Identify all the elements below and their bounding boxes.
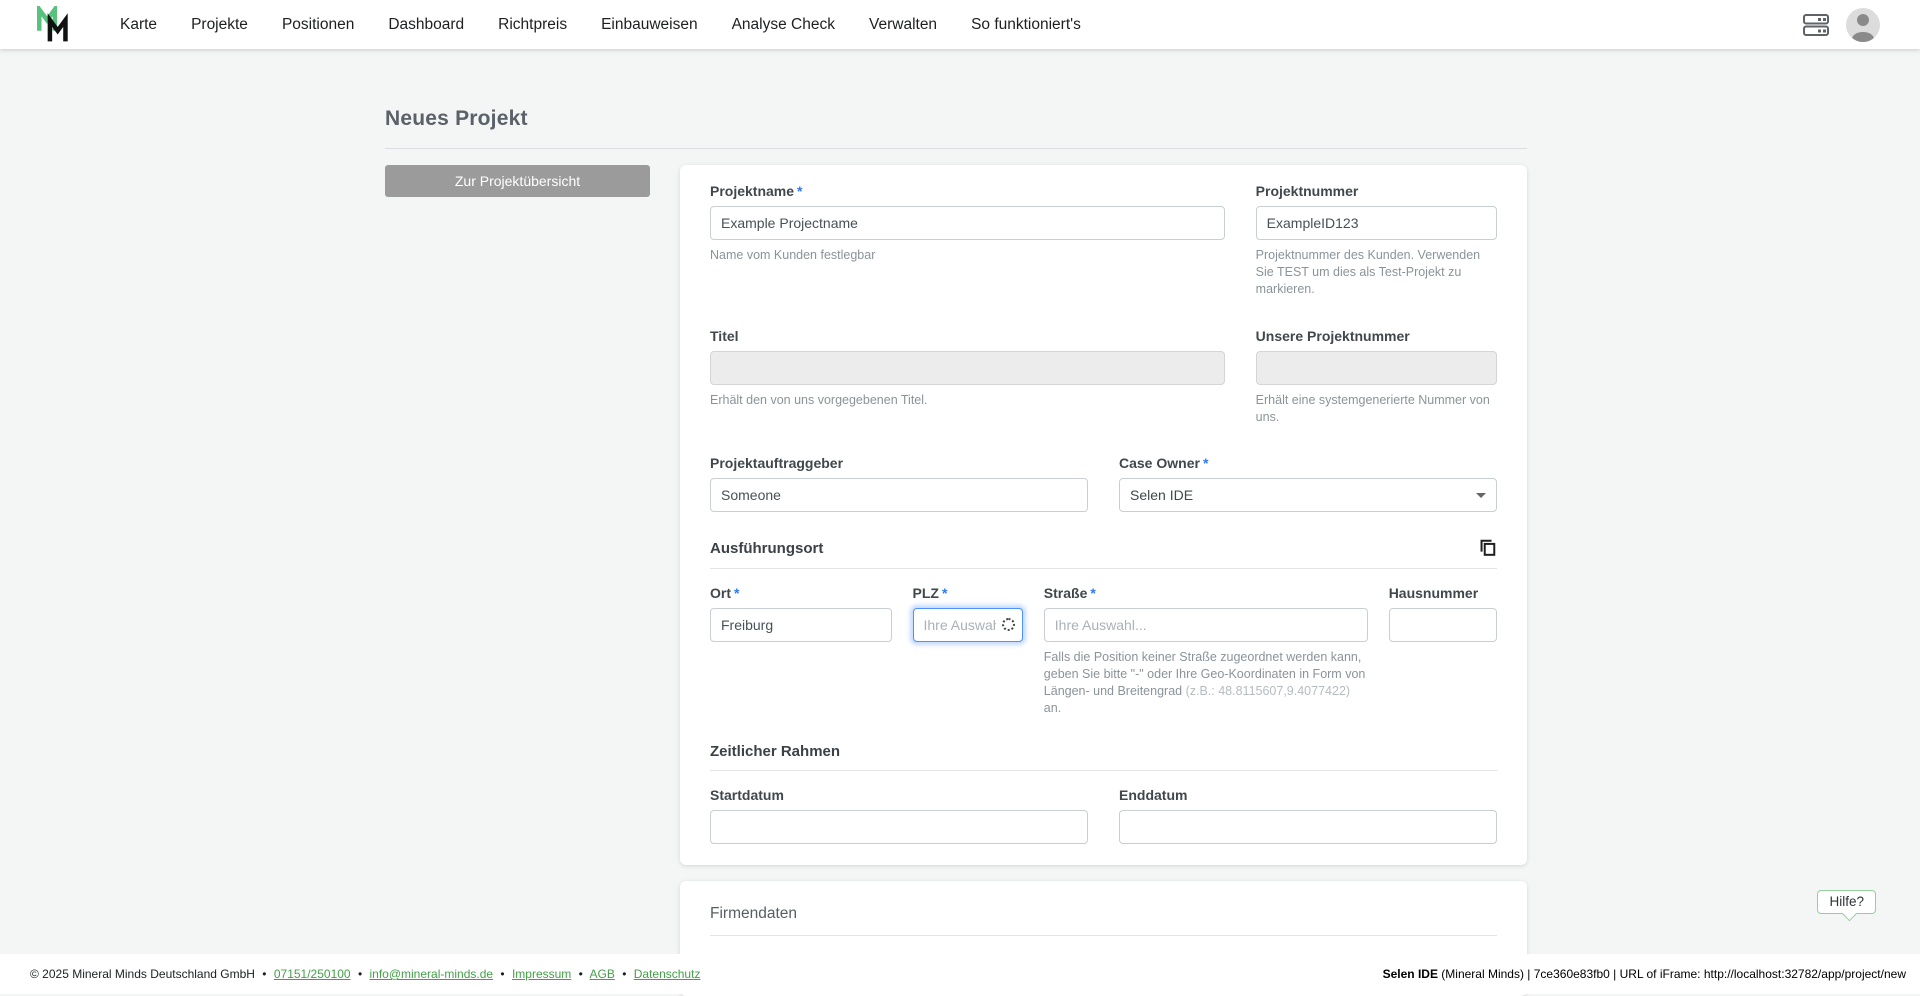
footer-link-impressum[interactable]: Impressum <box>512 967 571 981</box>
footer-legal: © 2025 Mineral Minds Deutschland GmbH • … <box>30 967 700 981</box>
footer-link-agb[interactable]: AGB <box>590 967 615 981</box>
session-user: Selen IDE <box>1383 967 1438 981</box>
footer-link-phone[interactable]: 07151/250100 <box>274 967 351 981</box>
projektauftraggeber-input[interactable] <box>710 478 1088 512</box>
footer-separator: • <box>358 967 362 981</box>
section-title-ausfuehrungsort: Ausführungsort <box>710 540 823 557</box>
strasse-field: Straße* Falls die Position keiner Straße… <box>1044 585 1368 717</box>
hausnummer-label: Hausnummer <box>1389 585 1497 601</box>
enddatum-field: Enddatum <box>1119 787 1497 844</box>
projektauftraggeber-field: Projektauftraggeber <box>710 455 1088 512</box>
hausnummer-field: Hausnummer <box>1389 585 1497 717</box>
projektnummer-input[interactable] <box>1256 206 1497 240</box>
startdatum-field: Startdatum <box>710 787 1088 844</box>
server-status-icon[interactable] <box>1802 12 1830 38</box>
unsere-projektnummer-hint: Erhält eine systemgenerierte Nummer von … <box>1256 392 1497 426</box>
strasse-label: Straße* <box>1044 585 1368 601</box>
footer-link-datenschutz[interactable]: Datenschutz <box>634 967 701 981</box>
enddatum-input[interactable] <box>1119 810 1497 844</box>
nav-item-karte[interactable]: Karte <box>120 16 157 34</box>
logo-icon <box>36 6 72 44</box>
projektname-input[interactable] <box>710 206 1225 240</box>
projektauftraggeber-label: Projektauftraggeber <box>710 455 1088 471</box>
projektnummer-label: Projektnummer <box>1256 183 1497 199</box>
projektname-field: Projektname* Name vom Kunden festlegbar <box>710 183 1225 298</box>
hausnummer-input[interactable] <box>1389 608 1497 642</box>
firmendaten-divider <box>710 935 1497 936</box>
session-details: (Mineral Minds) | 7ce360e83fb0 | URL of … <box>1438 967 1906 981</box>
case-owner-select[interactable]: Selen IDE <box>1119 478 1497 512</box>
zeitlicher-rahmen-divider <box>710 770 1497 771</box>
plz-field: PLZ* <box>913 585 1023 717</box>
ausfuehrungsort-divider <box>710 568 1497 569</box>
section-title-firmendaten: Firmendaten <box>710 905 1497 923</box>
nav-item-positionen[interactable]: Positionen <box>282 16 354 34</box>
startdatum-label: Startdatum <box>710 787 1088 803</box>
case-owner-field: Case Owner* Selen IDE <box>1119 455 1497 512</box>
nav-item-verwalten[interactable]: Verwalten <box>869 16 937 34</box>
nav-item-projekte[interactable]: Projekte <box>191 16 248 34</box>
case-owner-selected-value: Selen IDE <box>1130 487 1193 503</box>
page-title: Neues Projekt <box>385 107 1527 131</box>
page-content: Neues Projekt Zur Projektübersicht Proje… <box>385 49 1527 996</box>
help-button[interactable]: Hilfe? <box>1817 890 1876 914</box>
projektname-label: Projektname* <box>710 183 1225 199</box>
required-asterisk: * <box>942 585 947 601</box>
projektname-hint: Name vom Kunden festlegbar <box>710 247 1225 264</box>
startdatum-input[interactable] <box>710 810 1088 844</box>
main-nav: Karte Projekte Positionen Dashboard Rich… <box>120 16 1081 34</box>
session-status-text: Selen IDE (Mineral Minds) | 7ce360e83fb0… <box>1383 967 1906 981</box>
mineral-minds-logo[interactable] <box>36 6 72 44</box>
unsere-projektnummer-field: Unsere Projektnummer Erhält eine systemg… <box>1256 328 1497 426</box>
ort-input[interactable] <box>710 608 892 642</box>
top-navbar: Karte Projekte Positionen Dashboard Rich… <box>0 0 1920 49</box>
user-avatar[interactable] <box>1846 8 1880 42</box>
titel-label: Titel <box>710 328 1225 344</box>
project-form-card: Projektname* Name vom Kunden festlegbar … <box>680 165 1527 865</box>
nav-item-einbauweisen[interactable]: Einbauweisen <box>601 16 698 34</box>
unsere-projektnummer-input <box>1256 351 1497 385</box>
strasse-input[interactable] <box>1044 608 1368 642</box>
projektnummer-hint: Projektnummer des Kunden. Verwenden Sie … <box>1256 247 1497 298</box>
footer-link-email[interactable]: info@mineral-minds.de <box>369 967 493 981</box>
strasse-hint: Falls die Position keiner Straße zugeord… <box>1044 649 1368 717</box>
projektnummer-field: Projektnummer Projektnummer des Kunden. … <box>1256 183 1497 298</box>
nav-item-dashboard[interactable]: Dashboard <box>388 16 464 34</box>
avatar-body-shape <box>1852 32 1874 42</box>
avatar-head-shape <box>1857 14 1869 26</box>
required-asterisk: * <box>1090 585 1095 601</box>
titel-hint: Erhält den von uns vorgegebenen Titel. <box>710 392 1225 409</box>
title-divider <box>385 148 1527 149</box>
required-asterisk: * <box>797 183 802 199</box>
ort-label: Ort* <box>710 585 892 601</box>
footer-separator: • <box>622 967 626 981</box>
section-title-zeitlicher-rahmen: Zeitlicher Rahmen <box>710 743 840 760</box>
required-asterisk: * <box>1203 455 1208 471</box>
unsere-projektnummer-label: Unsere Projektnummer <box>1256 328 1497 344</box>
case-owner-label: Case Owner* <box>1119 455 1497 471</box>
enddatum-label: Enddatum <box>1119 787 1497 803</box>
footer-separator: • <box>500 967 504 981</box>
copyright-text: © 2025 Mineral Minds Deutschland GmbH <box>30 967 255 981</box>
titel-input <box>710 351 1225 385</box>
nav-item-so-funktionierts[interactable]: So funktioniert's <box>971 16 1081 34</box>
footer-separator: • <box>262 967 266 981</box>
nav-item-analyse-check[interactable]: Analyse Check <box>732 16 835 34</box>
required-asterisk: * <box>734 585 739 601</box>
nav-item-richtpreis[interactable]: Richtpreis <box>498 16 567 34</box>
plz-label: PLZ* <box>913 585 1023 601</box>
page-footer: © 2025 Mineral Minds Deutschland GmbH • … <box>0 954 1920 994</box>
chevron-down-icon <box>1476 493 1486 498</box>
ort-field: Ort* <box>710 585 892 717</box>
footer-separator: • <box>579 967 583 981</box>
titel-field: Titel Erhält den von uns vorgegebenen Ti… <box>710 328 1225 426</box>
copy-icon[interactable] <box>1477 538 1497 558</box>
back-to-projects-button[interactable]: Zur Projektübersicht <box>385 165 650 197</box>
